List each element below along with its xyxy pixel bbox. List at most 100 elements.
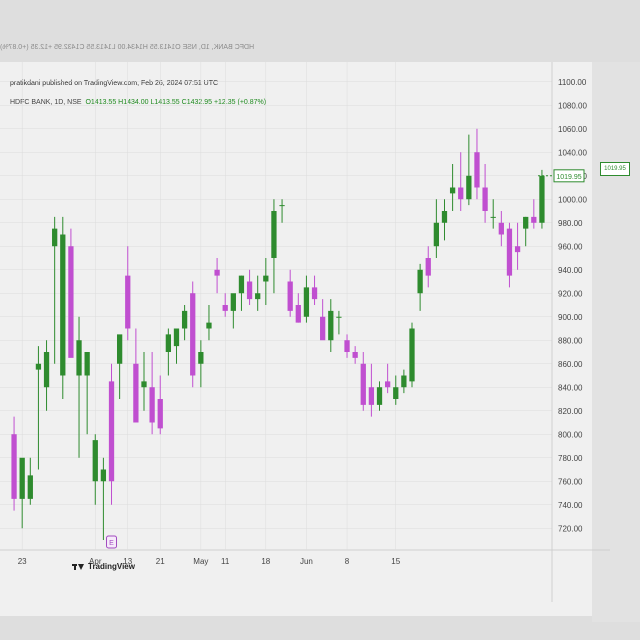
earnings-marker-label: E [109, 540, 114, 547]
candlestick-chart[interactable]: 1100.001080.001060.001040.001020.001000.… [0, 62, 610, 616]
y-tick-label: 980.00 [558, 219, 583, 228]
candle-body [173, 328, 180, 347]
candle-body [157, 399, 163, 429]
candle-body [60, 234, 66, 376]
candle-body [514, 246, 521, 253]
candle-body [287, 281, 293, 311]
candle-body [336, 316, 342, 318]
candle-body [303, 287, 310, 317]
candle-body [458, 187, 464, 200]
y-tick-label: 740.00 [558, 501, 583, 510]
candle-body [482, 187, 488, 211]
candle-body [19, 457, 25, 499]
candle-body [222, 305, 228, 311]
tradingview-logo-icon [72, 563, 84, 570]
candle-body [523, 216, 529, 229]
y-tick-label: 800.00 [558, 430, 583, 439]
brand-name: TradingView [88, 562, 135, 571]
y-tick-label: 720.00 [558, 524, 583, 533]
candle-body [133, 363, 139, 423]
y-tick-label: 920.00 [558, 289, 583, 298]
candle-body [76, 340, 82, 376]
candle-body [246, 281, 253, 300]
candle-body [368, 387, 375, 405]
x-tick-label: 8 [345, 557, 350, 566]
candle-body [441, 211, 448, 223]
candle-body [35, 363, 42, 370]
candle-body [393, 387, 399, 399]
y-tick-label: 1040.00 [558, 148, 587, 157]
candle-body [149, 387, 155, 423]
candle-body [206, 322, 212, 329]
candle-body [466, 175, 472, 200]
candle-body [417, 269, 423, 294]
y-tick-label: 860.00 [558, 360, 583, 369]
x-tick-label: 23 [18, 557, 27, 566]
last-price-label: 1019.95 [556, 174, 581, 181]
candle-body [425, 258, 431, 276]
y-tick-label: 840.00 [558, 383, 583, 392]
x-tick-label: 21 [156, 557, 165, 566]
candle-body [92, 440, 98, 482]
candle-body [531, 216, 537, 223]
candle-body [474, 152, 480, 188]
y-tick-label: 960.00 [558, 242, 583, 251]
candle-body [108, 381, 115, 482]
candle-body [311, 287, 318, 300]
candle-body [11, 434, 17, 499]
candle-body [165, 334, 172, 352]
candle-body [214, 269, 220, 276]
candle-body [449, 187, 456, 194]
candle-body [539, 175, 545, 223]
y-tick-label: 820.00 [558, 407, 583, 416]
x-tick-label: 15 [391, 557, 400, 566]
brand-footer: TradingView [72, 562, 135, 571]
ghost-header: HDFC BANK, 1D, NSE O1413.55 H1434.00 L14… [0, 44, 255, 51]
candle-body [384, 381, 391, 388]
y-tick-label: 1000.00 [558, 195, 587, 204]
candle-body [263, 275, 269, 282]
candle-body [401, 375, 407, 388]
y-tick-label: 1080.00 [558, 101, 587, 110]
candle-body [190, 293, 196, 376]
candle-body [320, 316, 326, 341]
candle-body [141, 381, 147, 388]
candle-body [238, 275, 245, 294]
candle-body [360, 363, 366, 405]
y-tick-label: 1100.00 [558, 78, 587, 87]
y-tick-label: 1060.00 [558, 125, 587, 134]
candle-body [84, 352, 90, 376]
x-tick-label: 18 [261, 557, 270, 566]
y-tick-label: 760.00 [558, 477, 583, 486]
x-tick-label: May [193, 557, 208, 566]
candle-body [52, 228, 58, 247]
y-tick-label: 900.00 [558, 313, 583, 322]
candle-body [295, 305, 301, 323]
candle-body [490, 216, 496, 218]
candle-body [100, 469, 107, 482]
x-tick-label: Jun [300, 557, 313, 566]
candle-body [344, 340, 350, 352]
candle-body [27, 475, 33, 499]
candle-body [181, 310, 188, 329]
candle-body [279, 205, 285, 207]
candle-body [116, 334, 123, 364]
candle-body [255, 293, 261, 300]
ghost-last-price: 1019.95 [600, 162, 630, 176]
candle-body [376, 387, 383, 405]
y-tick-label: 880.00 [558, 336, 583, 345]
x-tick-label: 11 [221, 557, 230, 566]
candle-body [409, 328, 415, 382]
candle-body [498, 222, 504, 235]
y-tick-label: 940.00 [558, 266, 583, 275]
candle-body [506, 228, 513, 276]
candle-body [125, 275, 131, 329]
candle-body [352, 352, 358, 358]
candle-body [68, 246, 74, 358]
candle-body [198, 352, 204, 364]
candle-body [43, 352, 50, 388]
candle-body [433, 222, 440, 247]
candle-body [230, 293, 236, 311]
y-tick-label: 780.00 [558, 454, 583, 463]
candle-body [271, 211, 277, 258]
